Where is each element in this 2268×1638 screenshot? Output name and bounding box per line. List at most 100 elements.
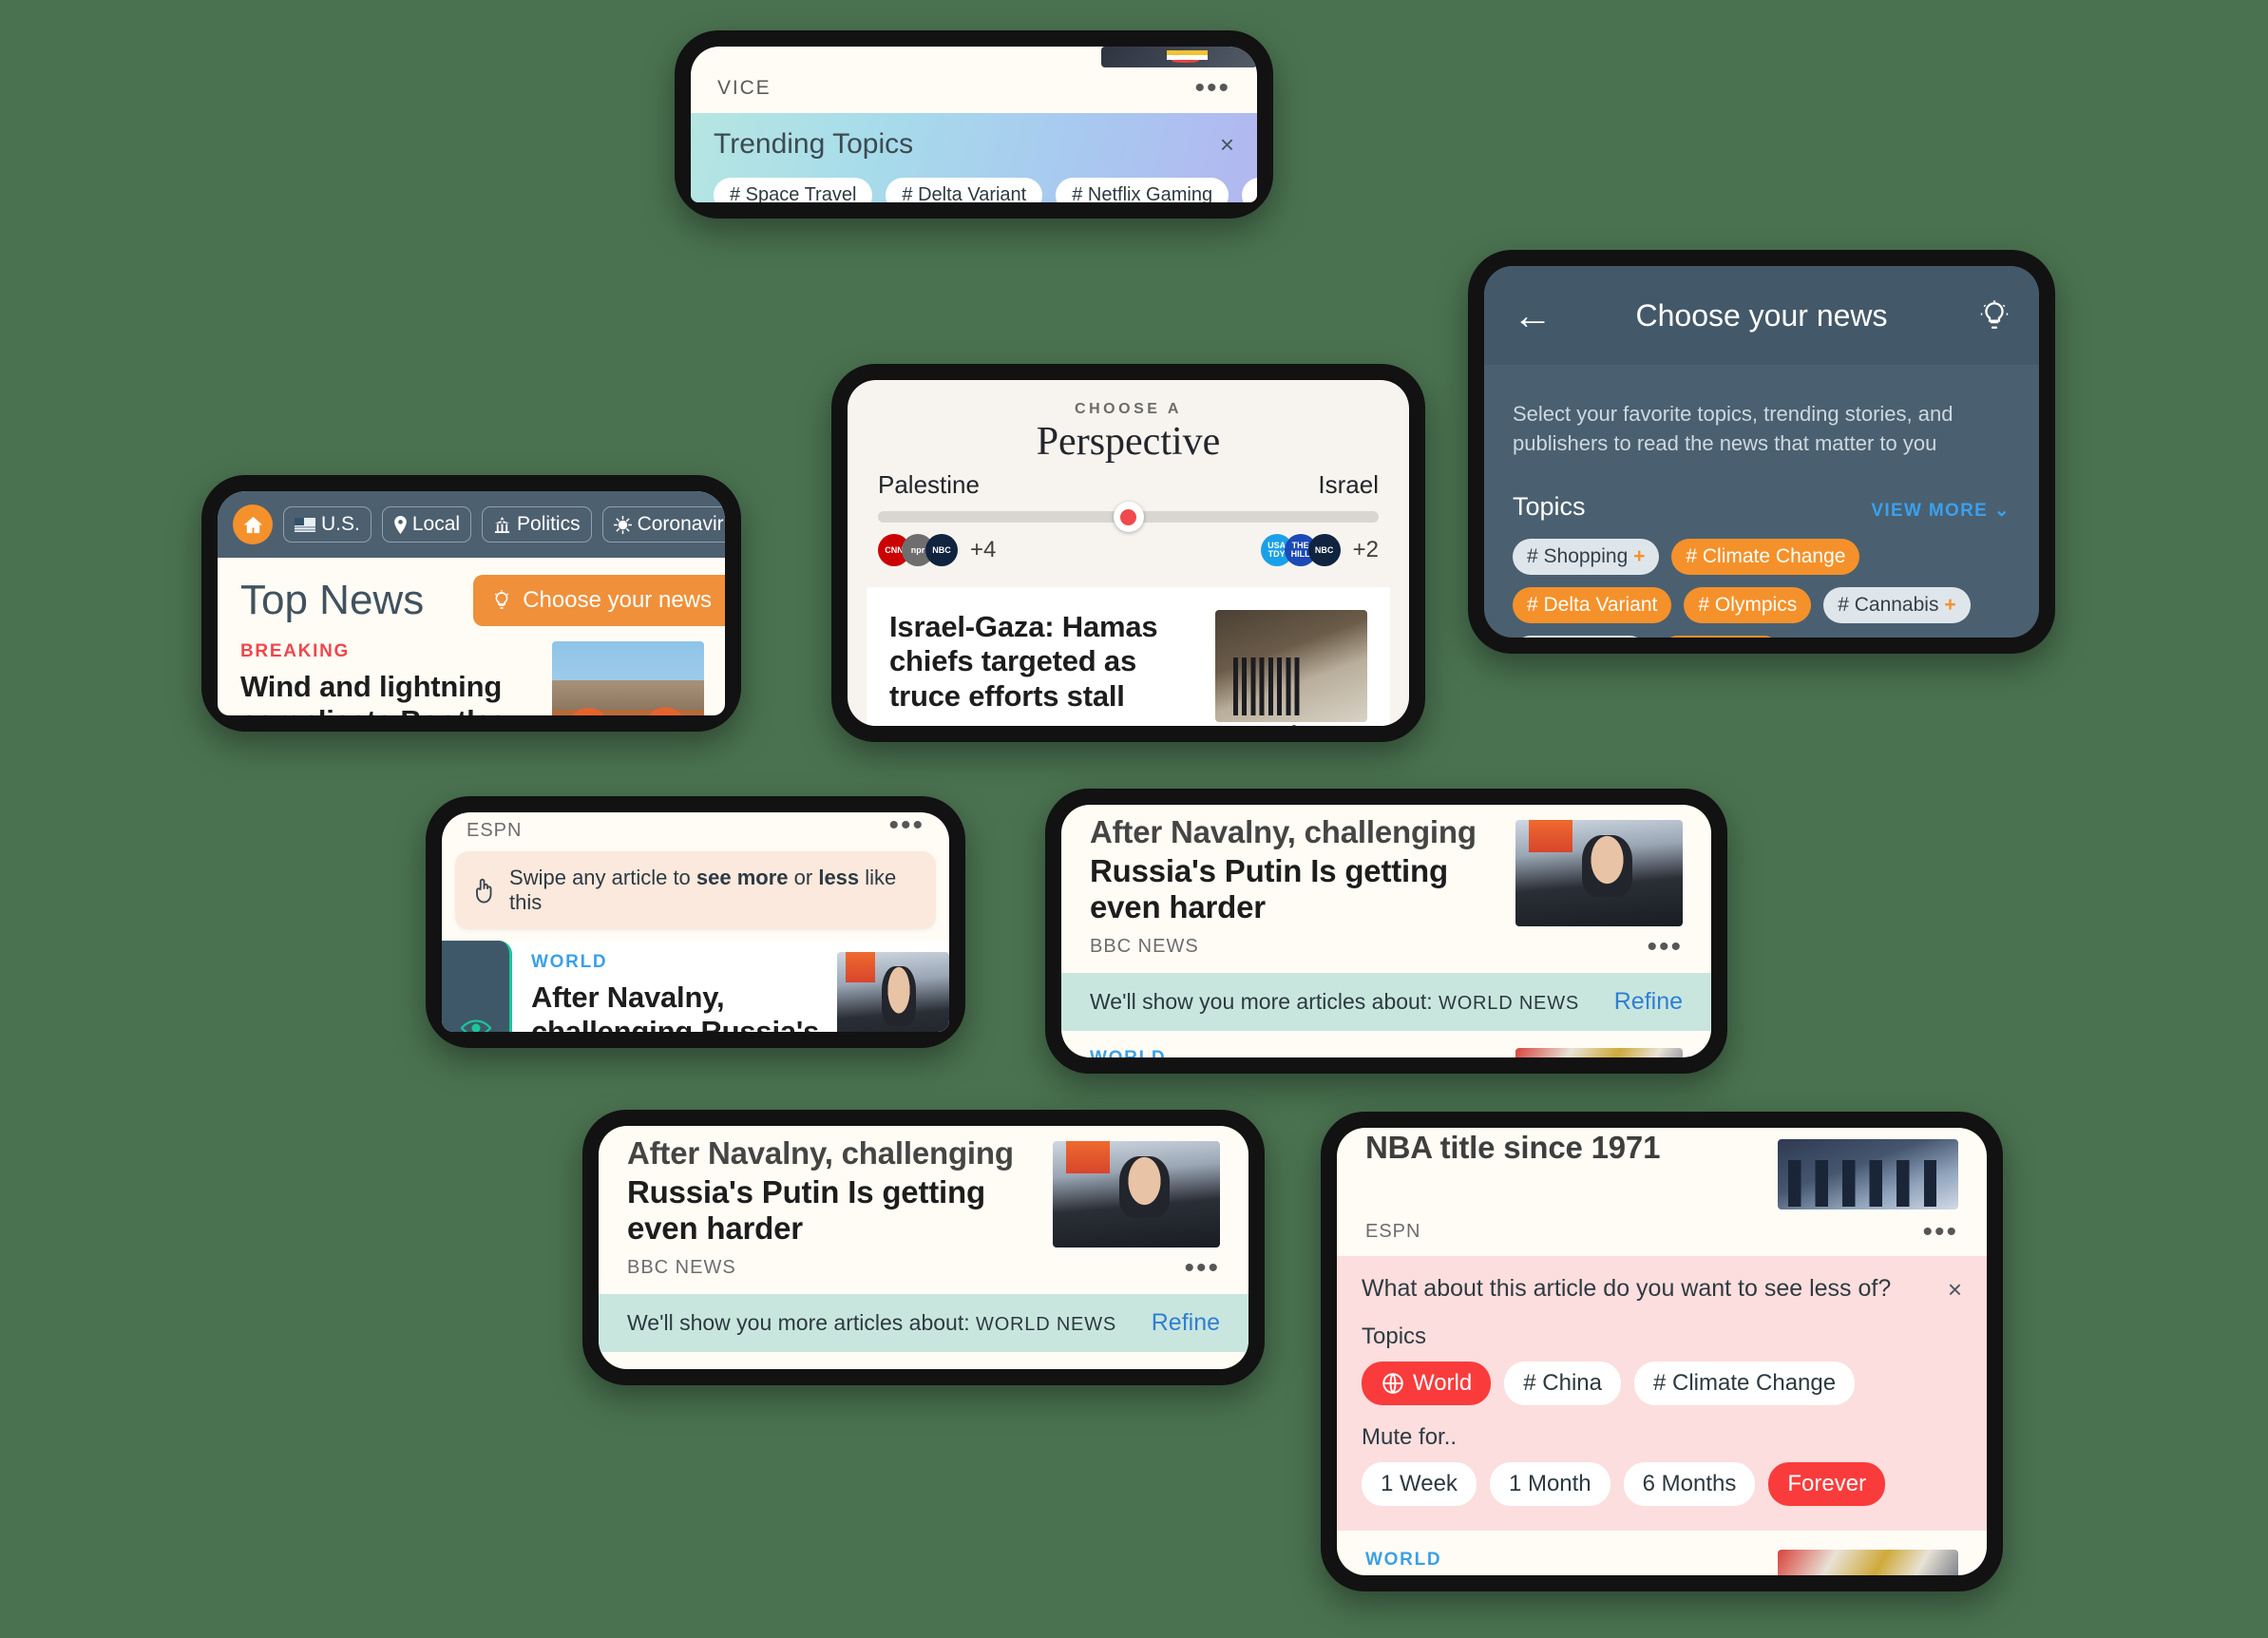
topic-chip-climate-change[interactable]: # Climate Change bbox=[1671, 539, 1860, 576]
trending-chip[interactable]: # Space Travel bbox=[714, 178, 873, 202]
view-more-button[interactable]: VIEW MORE ⌄ bbox=[1871, 500, 2011, 522]
category-nav-bar: U.S. Local Politics Coronavirus ⌄ bbox=[218, 491, 725, 558]
perspective-slider[interactable] bbox=[878, 502, 1379, 532]
mute-option-label: 1 Month bbox=[1508, 1471, 1591, 1496]
home-icon[interactable] bbox=[233, 505, 273, 544]
article-card[interactable]: WORLD After Navalny, challenging Russia'… bbox=[512, 941, 949, 1032]
share-icon[interactable] bbox=[1282, 722, 1306, 726]
page-title: Choose your news bbox=[1635, 297, 1888, 333]
next-article-card[interactable]: WORLD Peru socialist Castillo confirmed … bbox=[599, 1352, 1248, 1369]
topic-chip-cannabis[interactable]: # Cannabis + bbox=[1823, 587, 1971, 624]
article-kicker: WORLD bbox=[1090, 1048, 1495, 1057]
phone-top-news: U.S. Local Politics Coronavirus ⌄ Top Ne… bbox=[201, 475, 741, 732]
topic-chip-delta-variant[interactable]: # Delta Variant bbox=[1513, 587, 1672, 624]
topic-chip-china[interactable]: # China bbox=[1504, 1362, 1621, 1405]
sidebar-item-label: Local bbox=[411, 513, 461, 535]
refine-button[interactable]: Refine bbox=[1152, 1309, 1220, 1337]
topic-chip-shopping[interactable]: # Shopping + bbox=[1513, 539, 1660, 576]
hint-text-bold-2: less bbox=[818, 866, 860, 889]
article-thumbnail bbox=[1778, 1550, 1958, 1575]
article-card[interactable]: BREAKING Wind and lightning complicate B… bbox=[218, 641, 725, 715]
lightbulb-icon bbox=[495, 590, 509, 609]
sidebar-item-label: Politics bbox=[517, 513, 581, 535]
refine-band-topic: WORLD NEWS bbox=[976, 1314, 1117, 1335]
sidebar-item-politics[interactable]: Politics bbox=[482, 506, 592, 543]
sidebar-item-us[interactable]: U.S. bbox=[283, 506, 372, 543]
mute-option-6-months[interactable]: 6 Months bbox=[1623, 1462, 1756, 1506]
right-publisher-logos[interactable]: USA TDY THE HILL NBC +2 bbox=[1260, 534, 1379, 566]
topic-chip-label: # Shopping bbox=[1527, 545, 1629, 568]
article-thumbnail bbox=[1215, 610, 1367, 722]
slider-handle-dot bbox=[1120, 508, 1136, 525]
phone-refine-lower: After Navalny, challenging Russia's Puti… bbox=[582, 1110, 1265, 1385]
article-headline-clipped: NBA title since 1971 bbox=[1365, 1130, 1661, 1165]
refine-button[interactable]: Refine bbox=[1614, 988, 1683, 1016]
sidebar-item-label: Coronavirus bbox=[637, 513, 725, 535]
sidebar-item-local[interactable]: Local bbox=[381, 506, 472, 543]
refine-band: We'll show you more articles about: WORL… bbox=[1061, 973, 1711, 1031]
more-horizontal-icon[interactable]: ••• bbox=[1647, 932, 1683, 961]
screen-refine-lower: After Navalny, challenging Russia's Puti… bbox=[599, 1126, 1248, 1369]
article-thumbnail bbox=[552, 641, 704, 715]
trending-chip[interactable]: # Wil bbox=[1242, 178, 1257, 202]
sidebar-item-coronavirus[interactable]: Coronavirus bbox=[601, 506, 725, 543]
topic-chip-world[interactable]: World bbox=[1362, 1362, 1492, 1405]
article-headline: Russia's Putin Is getting even harder bbox=[627, 1173, 985, 1240]
left-publisher-logos[interactable]: CNN npr NBC +4 bbox=[878, 534, 996, 566]
refine-band: We'll show you more articles about: WORL… bbox=[599, 1294, 1248, 1352]
slider-right-label: Israel bbox=[1318, 470, 1379, 499]
refine-band-topic: WORLD NEWS bbox=[1439, 993, 1580, 1014]
choose-news-body: Select your favorite topics, trending st… bbox=[1484, 365, 2039, 638]
more-horizontal-icon[interactable]: ••• bbox=[888, 812, 924, 842]
clipped-article[interactable]: NBA title since 1971 bbox=[1337, 1128, 1987, 1209]
topic-chip-climate-change[interactable]: # Climate Change bbox=[1633, 1362, 1856, 1405]
see-less-question: What about this article do you want to s… bbox=[1362, 1275, 1892, 1302]
refine-band-text: We'll show you more articles about: WORL… bbox=[627, 1310, 1116, 1336]
screen-trending-topics: VICE ••• Trending Topics × # Space Trave… bbox=[691, 47, 1257, 202]
refine-band-prefix: We'll show you more articles about: bbox=[1090, 989, 1433, 1014]
article-kicker: BREAKING bbox=[240, 641, 351, 661]
article-card[interactable]: Israel-Gaza: Hamas chiefs targeted as tr… bbox=[867, 587, 1390, 726]
mute-option-1-week[interactable]: 1 Week bbox=[1362, 1462, 1477, 1506]
article-card[interactable]: After Navalny, challenging Russia's Puti… bbox=[1061, 805, 1711, 926]
swipeable-article-row[interactable]: SWIPE WORLD After Navalny, challenging R… bbox=[442, 941, 949, 1032]
topic-chip-label: # Cannabis bbox=[1838, 594, 1939, 617]
next-article-card[interactable]: WORLD Peru socialist Castillo confirmed … bbox=[1337, 1531, 1987, 1575]
trending-chip[interactable]: # Netflix Gaming bbox=[1056, 178, 1229, 202]
perspective-title: Perspective bbox=[1036, 420, 1221, 464]
see-less-panel: What about this article do you want to s… bbox=[1337, 1256, 1987, 1531]
swipe-action-rail[interactable]: SWIPE bbox=[442, 941, 512, 1032]
slider-left-label: Palestine bbox=[878, 470, 980, 499]
page-title: Top News bbox=[240, 577, 425, 623]
article-source: BBC NEWS • 28h ago bbox=[889, 725, 1094, 727]
virus-icon bbox=[613, 515, 632, 534]
article-card[interactable]: After Navalny, challenging Russia's Puti… bbox=[599, 1126, 1248, 1248]
close-icon[interactable]: × bbox=[1948, 1275, 1962, 1305]
article-source-row: BBC NEWS ••• bbox=[1061, 926, 1711, 973]
article-headline: Wind and lightning complicate Bootleg fi… bbox=[240, 670, 509, 715]
close-icon[interactable]: × bbox=[1220, 130, 1234, 160]
topics-section-header: Topics VIEW MORE ⌄ bbox=[1513, 492, 2011, 522]
right-more-count: +2 bbox=[1352, 537, 1379, 562]
topic-chip-wildfires[interactable]: # Wildfires bbox=[1659, 636, 1782, 638]
lightbulb-icon[interactable] bbox=[1978, 299, 2011, 332]
slider-handle[interactable] bbox=[1113, 502, 1144, 532]
next-article-card[interactable]: WORLD Peru socialist Castillo confirmed … bbox=[1061, 1031, 1711, 1057]
plus-icon: + bbox=[1944, 594, 1956, 617]
choose-your-news-button[interactable]: Choose your news bbox=[473, 575, 725, 626]
article-kicker: WORLD bbox=[1365, 1550, 1442, 1570]
phone-see-less-of: NBA title since 1971 ESPN ••• What about… bbox=[1321, 1112, 2003, 1591]
trending-chip[interactable]: # Delta Variant bbox=[886, 178, 1043, 202]
topic-chip-olympics[interactable]: # Olympics bbox=[1684, 587, 1812, 624]
more-horizontal-icon[interactable]: ••• bbox=[1922, 1217, 1958, 1246]
mute-option-1-month[interactable]: 1 Month bbox=[1489, 1462, 1610, 1506]
more-horizontal-icon[interactable]: ••• bbox=[1194, 74, 1230, 103]
topic-chip-label: # Climate Change bbox=[1652, 1370, 1837, 1396]
mute-option-forever[interactable]: Forever bbox=[1768, 1462, 1886, 1506]
topic-chip-recipes[interactable]: # Recipes + bbox=[1513, 636, 1648, 638]
screen-swipe-hint: ESPN ••• Swipe any article to see more o… bbox=[442, 812, 949, 1032]
globe-icon bbox=[1382, 1373, 1403, 1394]
more-horizontal-icon[interactable]: ••• bbox=[1184, 1253, 1220, 1282]
arrow-left-icon[interactable]: ← bbox=[1513, 295, 1553, 335]
article-headline-clipped: After Navalny, challenging bbox=[627, 1141, 1014, 1171]
